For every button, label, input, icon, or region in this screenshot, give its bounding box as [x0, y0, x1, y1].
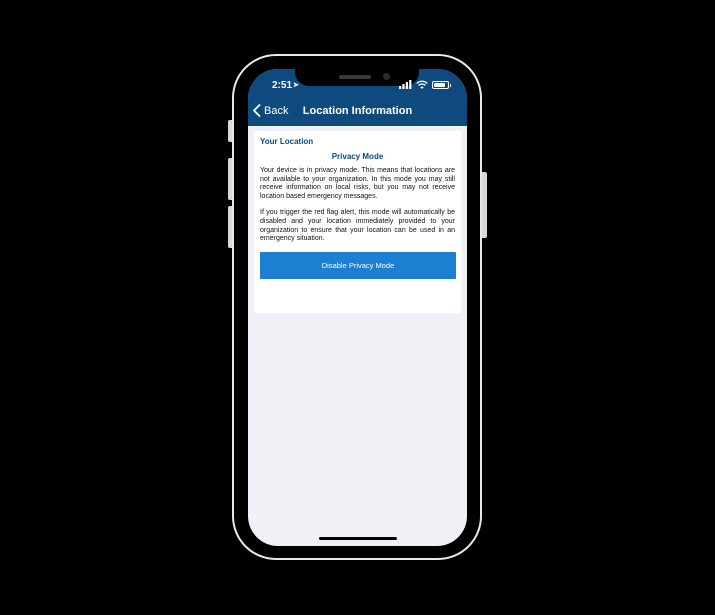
privacy-description: Your device is in privacy mode. This mea…	[260, 167, 455, 200]
camera-icon	[383, 73, 390, 80]
status-icons	[399, 80, 451, 89]
status-time: 2:51➤	[272, 80, 299, 91]
app-header: 2:51➤ Back Location Information	[248, 69, 467, 126]
speaker-grille	[339, 75, 371, 79]
privacy-mode-title: Privacy Mode	[331, 152, 384, 161]
back-label: Back	[264, 104, 289, 117]
wifi-icon	[416, 80, 428, 89]
signal-icon	[399, 80, 412, 89]
disable-privacy-mode-button[interactable]: Disable Privacy Mode	[260, 251, 456, 279]
stage: 2:51➤ Back Location Information Your Loc…	[0, 0, 715, 615]
section-title: Your Location	[260, 137, 314, 146]
home-indicator[interactable]	[319, 537, 397, 540]
back-button[interactable]: Back	[252, 104, 288, 117]
location-card: Your Location Privacy Mode Your device i…	[254, 131, 461, 313]
battery-icon	[432, 80, 451, 89]
status-time-text: 2:51	[272, 80, 293, 91]
location-arrow-icon: ➤	[293, 82, 299, 89]
phone-screen: 2:51➤ Back Location Information Your Loc…	[248, 69, 467, 546]
red-flag-description: If you trigger the red flag alert, this …	[260, 209, 455, 243]
chevron-left-icon	[253, 104, 261, 117]
